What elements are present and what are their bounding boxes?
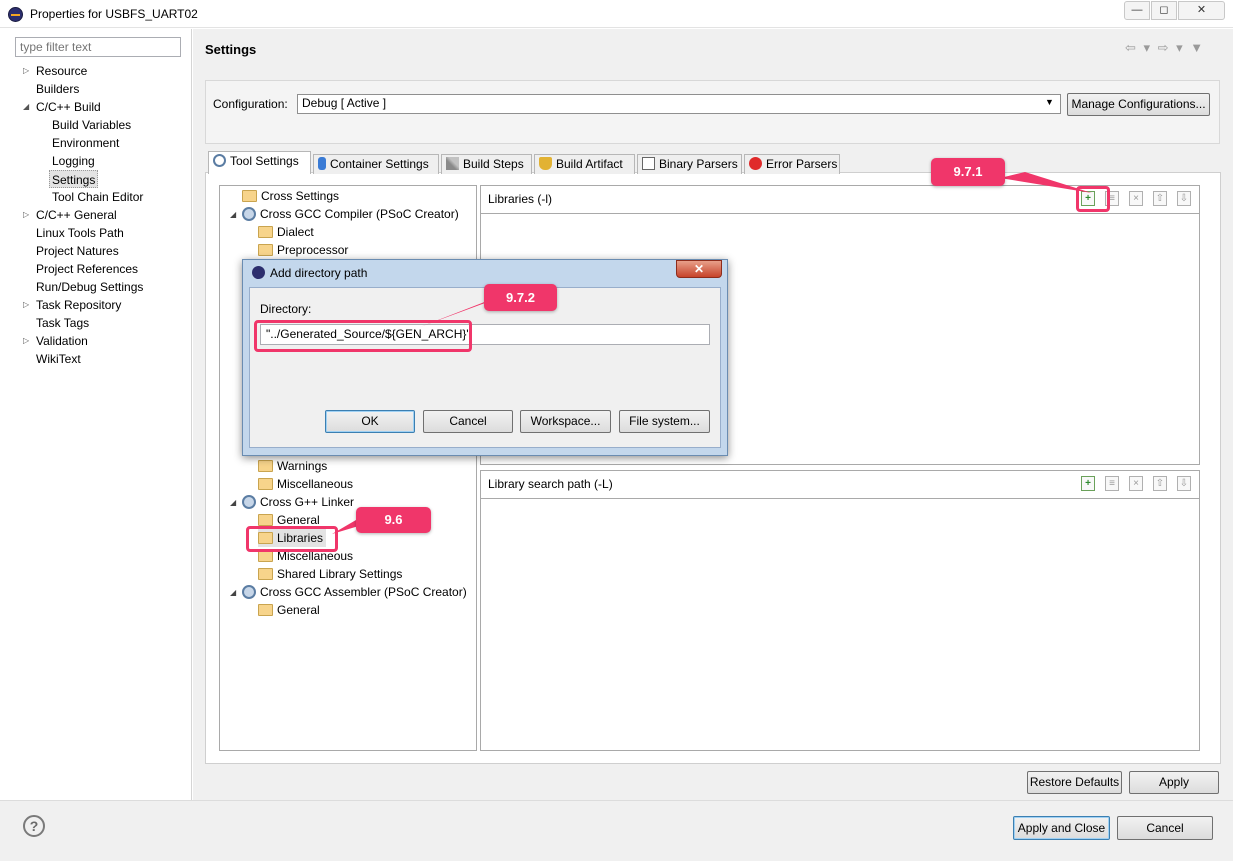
callout-9-7-1: 9.7.1 [931,158,1005,186]
callout-9-7-2: 9.7.2 [484,284,557,311]
callout-9-6: 9.6 [356,507,431,533]
highlight-directory-input [254,320,472,352]
highlight-libraries-item [246,526,338,552]
highlight-add-library [1076,186,1110,212]
callout-pointers [332,172,1092,534]
